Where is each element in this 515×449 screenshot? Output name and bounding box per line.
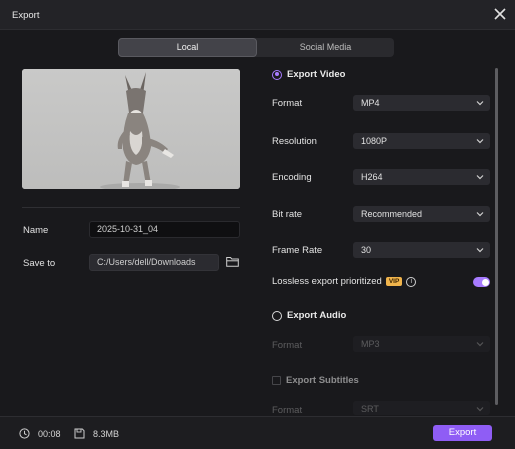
tab-local[interactable]: Local xyxy=(118,38,257,57)
audio-format-label: Format xyxy=(272,340,303,351)
chevron-down-icon xyxy=(476,342,484,347)
footer-bar: 00:08 8.3MB Export xyxy=(0,416,515,449)
resolution-label: Resolution xyxy=(272,136,317,147)
framerate-label: Frame Rate xyxy=(272,245,323,256)
framerate-select[interactable]: 30 xyxy=(353,242,490,258)
chevron-down-icon xyxy=(476,101,484,106)
chevron-down-icon xyxy=(476,139,484,144)
clock-icon xyxy=(19,428,30,439)
audio-format-select[interactable]: MP3 xyxy=(353,336,490,352)
export-subtitles-checkbox[interactable] xyxy=(272,376,281,385)
info-icon[interactable]: i xyxy=(406,276,417,287)
lossless-row: Lossless export prioritized VIP i xyxy=(272,276,417,287)
tab-social-media[interactable]: Social Media xyxy=(257,38,394,57)
subtitles-format-label: Format xyxy=(272,405,303,416)
export-tabs: Local Social Media xyxy=(118,38,394,57)
lossless-label: Lossless export prioritized xyxy=(272,276,382,287)
chevron-down-icon xyxy=(476,175,484,180)
save-path-field[interactable]: C:/Users/dell/Downloads xyxy=(89,254,219,271)
export-audio-radio[interactable] xyxy=(272,310,282,321)
bitrate-label: Bit rate xyxy=(272,209,303,220)
export-video-radio[interactable] xyxy=(272,69,282,80)
format-value: MP4 xyxy=(361,98,380,108)
bitrate-value: Recommended xyxy=(361,209,423,219)
lossless-toggle[interactable] xyxy=(473,277,490,287)
framerate-value: 30 xyxy=(361,245,372,255)
name-label: Name xyxy=(23,225,49,236)
chevron-down-icon xyxy=(476,212,484,217)
bitrate-select[interactable]: Recommended xyxy=(353,206,490,222)
video-preview xyxy=(22,69,240,189)
save-to-label: Save to xyxy=(23,258,56,269)
vip-badge: VIP xyxy=(385,277,403,286)
name-field[interactable]: 2025-10-31_04 xyxy=(89,221,240,238)
size-value: 8.3MB xyxy=(93,428,120,439)
preview-image xyxy=(22,69,240,189)
encoding-label: Encoding xyxy=(272,172,312,183)
export-audio-label: Export Audio xyxy=(287,310,347,321)
format-select[interactable]: MP4 xyxy=(353,95,490,111)
format-label: Format xyxy=(272,98,303,109)
audio-format-value: MP3 xyxy=(361,339,380,349)
duration-value: 00:08 xyxy=(38,428,61,439)
resolution-value: 1080P xyxy=(361,136,388,146)
subtitles-format-value: SRT xyxy=(361,404,379,414)
chevron-down-icon xyxy=(476,407,484,412)
export-subtitles-label: Export Subtitles xyxy=(286,375,359,386)
folder-icon[interactable] xyxy=(226,256,239,267)
duration-info: 00:08 xyxy=(19,428,61,439)
export-video-label: Export Video xyxy=(287,69,346,80)
encoding-value: H264 xyxy=(361,172,383,182)
export-subtitles-option[interactable]: Export Subtitles xyxy=(272,375,359,386)
size-info: 8.3MB xyxy=(74,428,119,439)
resolution-select[interactable]: 1080P xyxy=(353,133,490,149)
disk-icon xyxy=(74,428,85,439)
export-button[interactable]: Export xyxy=(433,425,492,441)
title-bar: Export xyxy=(0,0,515,30)
window-title: Export xyxy=(12,10,40,21)
export-audio-option[interactable]: Export Audio xyxy=(272,310,346,321)
chevron-down-icon xyxy=(476,248,484,253)
subtitles-format-select[interactable]: SRT xyxy=(353,401,490,415)
close-icon[interactable] xyxy=(493,7,507,21)
export-video-option[interactable]: Export Video xyxy=(272,69,345,80)
encoding-select[interactable]: H264 xyxy=(353,169,490,185)
left-divider xyxy=(22,207,240,208)
settings-scrollbar[interactable] xyxy=(495,68,498,405)
